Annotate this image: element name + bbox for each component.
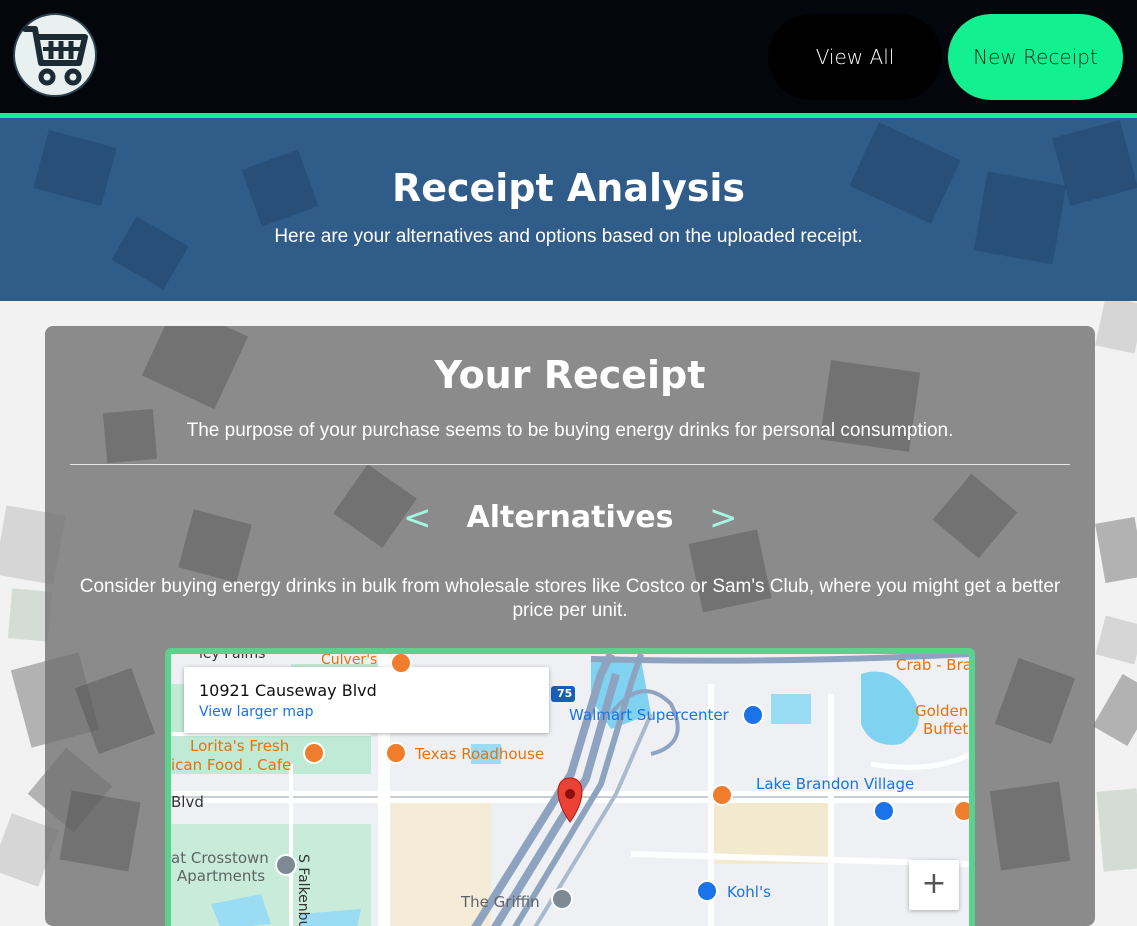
place-pin-icon[interactable] <box>551 888 573 910</box>
previous-alternative-button[interactable]: < <box>403 496 432 540</box>
alternatives-header: Alternatives < > <box>45 496 1095 540</box>
highway-shield: 75 <box>557 687 573 700</box>
map-label-apartments: Apartments <box>177 867 266 885</box>
map-label-loritas-cafe: ican Food . Cafe <box>171 756 292 774</box>
map-label-blvd: Blvd <box>171 793 204 811</box>
map-label-palms: ley Palms <box>199 648 266 662</box>
map-label-lake-brandon: Lake Brandon Village <box>756 775 915 793</box>
map-info-box: 10921 Causeway Blvd View larger map <box>184 667 549 733</box>
map-label-falkenburg: S Falkenburg Rd <box>295 854 311 926</box>
alternatives-title: Alternatives <box>466 500 674 535</box>
restaurant-pin-icon[interactable] <box>711 784 733 806</box>
new-receipt-button[interactable]: New Receipt <box>948 14 1123 100</box>
divider <box>70 464 1070 465</box>
receipt-title: Your Receipt <box>434 353 706 397</box>
place-pin-icon[interactable] <box>275 854 297 876</box>
map-label-buffet: Buffet <box>923 720 969 738</box>
map-zoom-in-button[interactable]: + <box>909 860 959 910</box>
shopping-pin-icon[interactable] <box>696 880 718 902</box>
restaurant-pin-icon[interactable] <box>303 742 325 764</box>
cart-logo-icon[interactable] <box>13 13 97 97</box>
map-label-crab: Crab - Bra <box>896 656 972 674</box>
receipt-card: Your Receipt The purpose of your purchas… <box>45 326 1095 926</box>
page-title: Receipt Analysis <box>391 166 746 210</box>
restaurant-pin-icon[interactable] <box>390 654 412 674</box>
view-larger-map-link[interactable]: View larger map <box>199 704 313 720</box>
shopping-pin-icon[interactable] <box>873 800 895 822</box>
shopping-pin-icon[interactable] <box>742 704 764 726</box>
map-label-griffin: The Griffin <box>461 893 540 911</box>
map-label-texas-roadhouse: Texas Roadhouse <box>415 745 545 763</box>
navbar-accent-line <box>0 113 1137 118</box>
next-alternative-button[interactable]: > <box>709 496 738 540</box>
purchase-purpose: The purpose of your purchase seems to be… <box>186 420 954 441</box>
page-subtitle: Here are your alternatives and options b… <box>274 226 863 247</box>
map-label-crosstown: at Crosstown <box>171 849 269 867</box>
map-label-walmart: Walmart Supercenter <box>569 706 729 724</box>
location-map[interactable]: 75 10921 Causeway Blvd View larger map l… <box>165 648 975 926</box>
view-all-button[interactable]: View All <box>768 14 942 100</box>
map-label-loritas: Lorita's Fresh <box>190 737 290 755</box>
top-navbar: View All New Receipt <box>0 0 1137 113</box>
map-label-golden: Golden <box>915 702 969 720</box>
shopping-cart-icon <box>22 26 88 86</box>
restaurant-pin-icon[interactable] <box>385 742 407 764</box>
restaurant-pin-icon[interactable] <box>953 800 969 822</box>
map-address: 10921 Causeway Blvd <box>199 681 377 700</box>
map-label-kohls: Kohl's <box>727 883 771 901</box>
hero-banner: Receipt Analysis Here are your alternati… <box>0 118 1137 301</box>
alternative-description: Consider buying energy drinks in bulk fr… <box>79 576 1061 621</box>
map-label-culvers: Culver's <box>321 652 378 668</box>
